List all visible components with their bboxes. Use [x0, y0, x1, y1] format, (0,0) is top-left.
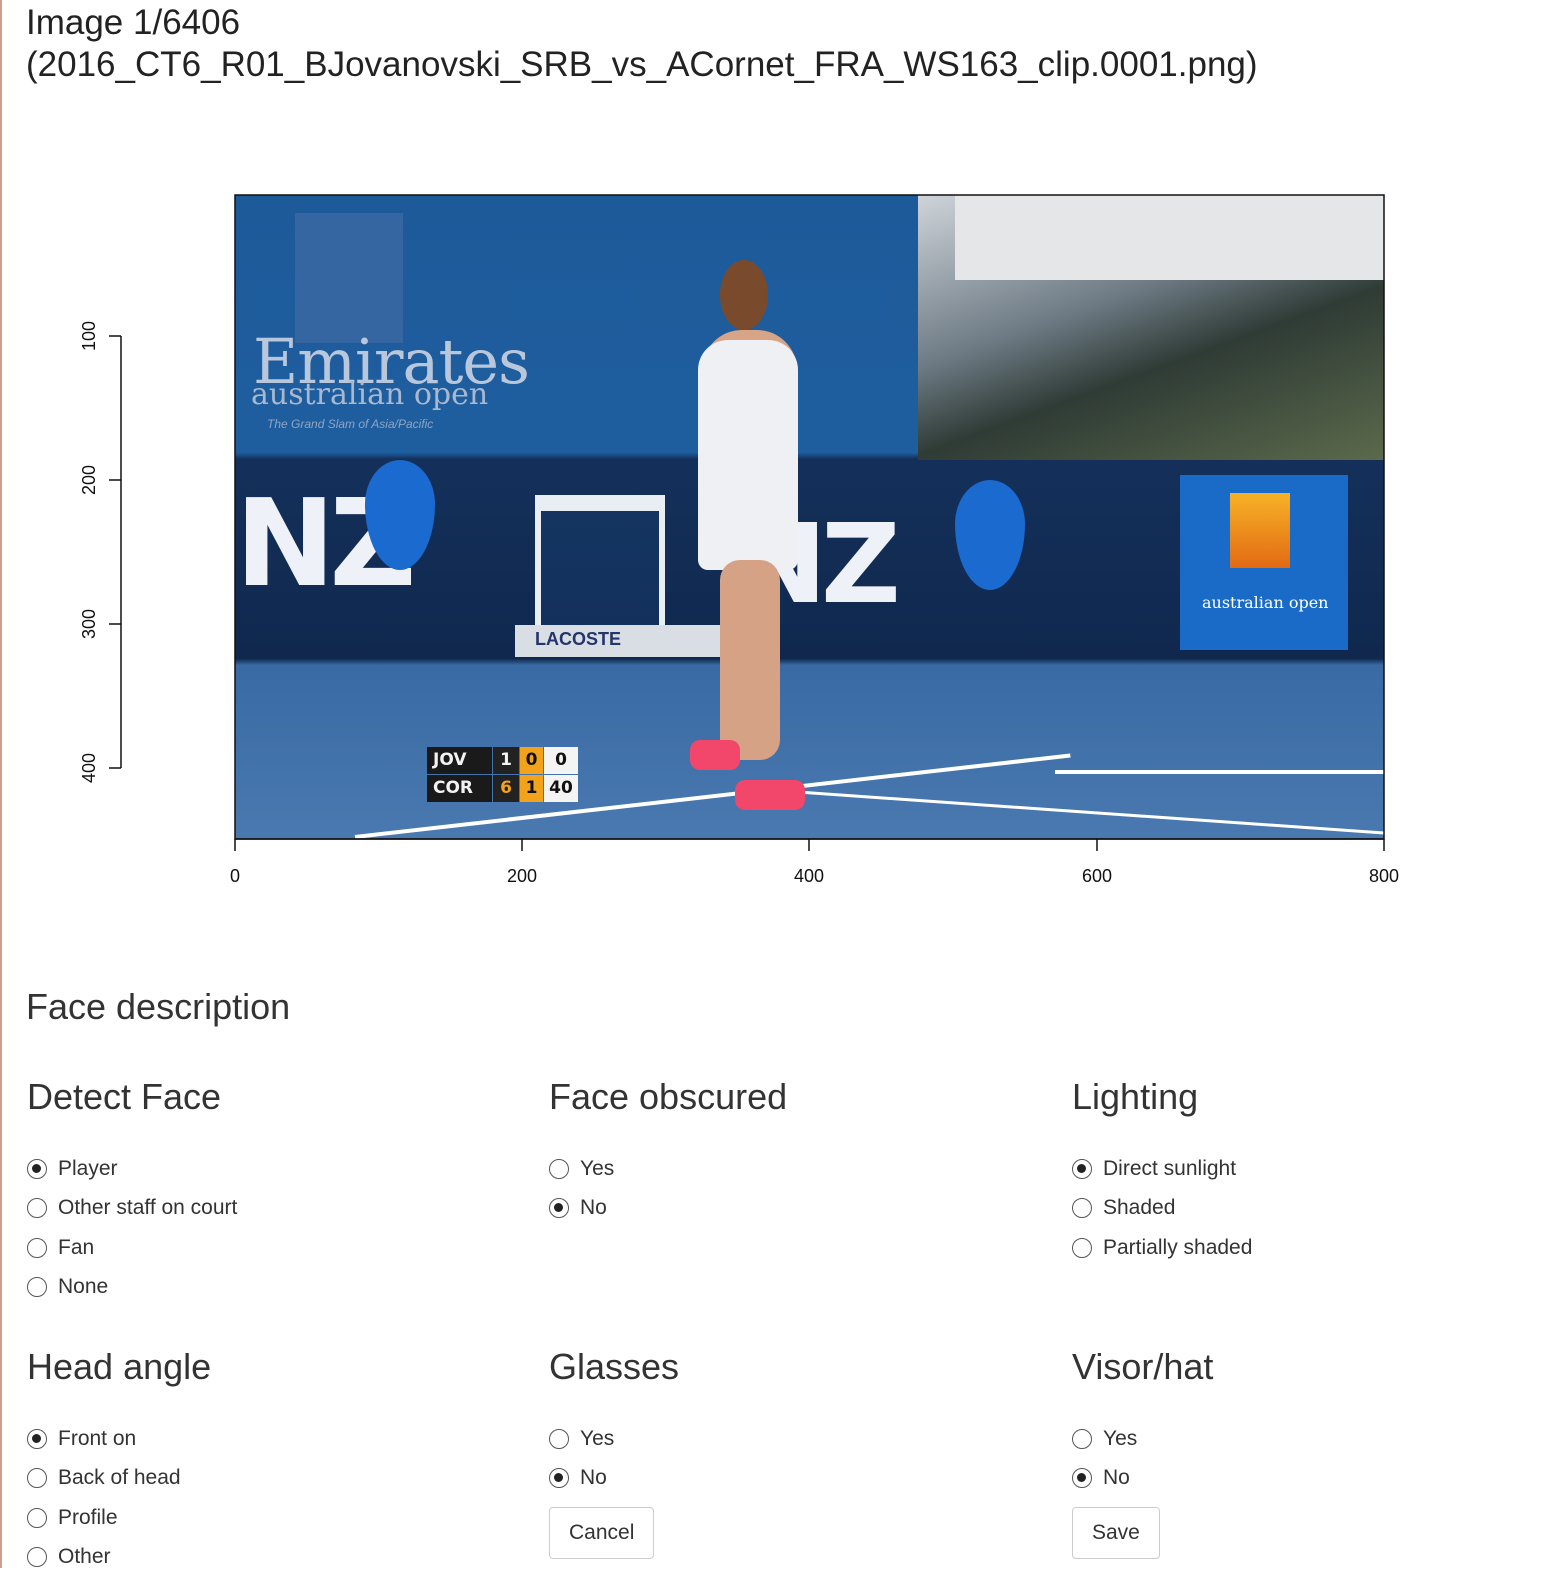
section-title: Face description [26, 986, 290, 1028]
radio-button[interactable] [549, 1468, 569, 1488]
radio-button[interactable] [1072, 1429, 1092, 1449]
radio-option-yes[interactable]: Yes [1072, 1419, 1213, 1459]
radio-option-yes[interactable]: Yes [549, 1419, 679, 1459]
x-tick-label: 200 [507, 866, 537, 886]
plot-axes: 0 200 400 600 800 100 200 300 400 [2, 0, 1567, 960]
radio-button[interactable] [549, 1429, 569, 1449]
x-axis: 0 200 400 600 800 [230, 839, 1399, 886]
group-title: Lighting [1072, 1077, 1252, 1117]
radio-option-no[interactable]: No [549, 1189, 787, 1229]
radio-label: No [580, 1466, 607, 1490]
group-title: Glasses [549, 1347, 679, 1387]
radio-label: Profile [58, 1506, 118, 1530]
radio-option-partially-shaded[interactable]: Partially shaded [1072, 1228, 1252, 1268]
radio-button[interactable] [27, 1429, 47, 1449]
radio-button[interactable] [27, 1277, 47, 1297]
radio-button[interactable] [27, 1468, 47, 1488]
group-title: Visor/hat [1072, 1347, 1213, 1387]
lighting-group: Lighting Direct sunlight Shaded Partiall… [1072, 1077, 1252, 1268]
group-title: Detect Face [27, 1077, 237, 1117]
radio-button[interactable] [27, 1238, 47, 1258]
y-tick-label: 400 [79, 753, 99, 783]
radio-label: Yes [1103, 1427, 1137, 1451]
radio-list: Yes No [1072, 1419, 1213, 1498]
radio-option-no[interactable]: No [549, 1459, 679, 1499]
radio-list: Yes No [549, 1419, 679, 1498]
radio-list: Player Other staff on court Fan None [27, 1149, 237, 1307]
radio-label: Yes [580, 1157, 614, 1181]
radio-label: Back of head [58, 1466, 181, 1490]
radio-option-other-staff[interactable]: Other staff on court [27, 1189, 237, 1229]
head-angle-group: Head angle Front on Back of head Profile… [27, 1347, 211, 1577]
radio-option-yes[interactable]: Yes [549, 1149, 787, 1189]
radio-button[interactable] [27, 1547, 47, 1567]
radio-button[interactable] [27, 1198, 47, 1218]
x-tick-label: 0 [230, 866, 240, 886]
radio-button[interactable] [27, 1159, 47, 1179]
radio-option-player[interactable]: Player [27, 1149, 237, 1189]
radio-label: Direct sunlight [1103, 1157, 1236, 1181]
radio-button[interactable] [549, 1198, 569, 1218]
radio-list: Front on Back of head Profile Other [27, 1419, 211, 1577]
detect-face-group: Detect Face Player Other staff on court … [27, 1077, 237, 1307]
radio-label: Other staff on court [58, 1196, 237, 1220]
radio-button[interactable] [1072, 1198, 1092, 1218]
radio-button[interactable] [1072, 1468, 1092, 1488]
radio-list: Yes No [549, 1149, 787, 1228]
radio-option-other[interactable]: Other [27, 1538, 211, 1577]
radio-option-fan[interactable]: Fan [27, 1228, 237, 1268]
group-title: Head angle [27, 1347, 211, 1387]
radio-label: No [1103, 1466, 1130, 1490]
radio-option-none[interactable]: None [27, 1268, 237, 1308]
radio-button[interactable] [549, 1159, 569, 1179]
radio-label: Other [58, 1545, 111, 1569]
radio-option-front-on[interactable]: Front on [27, 1419, 211, 1459]
radio-button[interactable] [1072, 1159, 1092, 1179]
radio-option-no[interactable]: No [1072, 1459, 1213, 1499]
x-tick-label: 600 [1082, 866, 1112, 886]
save-button[interactable]: Save [1072, 1507, 1160, 1559]
y-tick-label: 300 [79, 609, 99, 639]
radio-label: Shaded [1103, 1196, 1175, 1220]
cancel-button[interactable]: Cancel [549, 1507, 654, 1559]
radio-option-profile[interactable]: Profile [27, 1498, 211, 1538]
radio-label: Front on [58, 1427, 136, 1451]
radio-option-back-of-head[interactable]: Back of head [27, 1459, 211, 1499]
radio-label: Player [58, 1157, 118, 1181]
radio-button[interactable] [27, 1508, 47, 1528]
group-title: Face obscured [549, 1077, 787, 1117]
face-obscured-group: Face obscured Yes No [549, 1077, 787, 1228]
x-tick-label: 800 [1369, 866, 1399, 886]
glasses-group: Glasses Yes No [549, 1347, 679, 1498]
radio-label: Fan [58, 1236, 94, 1260]
x-tick-label: 400 [794, 866, 824, 886]
radio-button[interactable] [1072, 1238, 1092, 1258]
radio-label: None [58, 1275, 108, 1299]
y-tick-label: 200 [79, 465, 99, 495]
radio-label: No [580, 1196, 607, 1220]
radio-option-direct-sunlight[interactable]: Direct sunlight [1072, 1149, 1252, 1189]
radio-list: Direct sunlight Shaded Partially shaded [1072, 1149, 1252, 1268]
y-axis: 100 200 300 400 [79, 321, 121, 783]
y-tick-label: 100 [79, 321, 99, 351]
radio-option-shaded[interactable]: Shaded [1072, 1189, 1252, 1229]
radio-label: Partially shaded [1103, 1236, 1252, 1260]
radio-label: Yes [580, 1427, 614, 1451]
visor-hat-group: Visor/hat Yes No [1072, 1347, 1213, 1498]
plot-frame [235, 195, 1384, 839]
